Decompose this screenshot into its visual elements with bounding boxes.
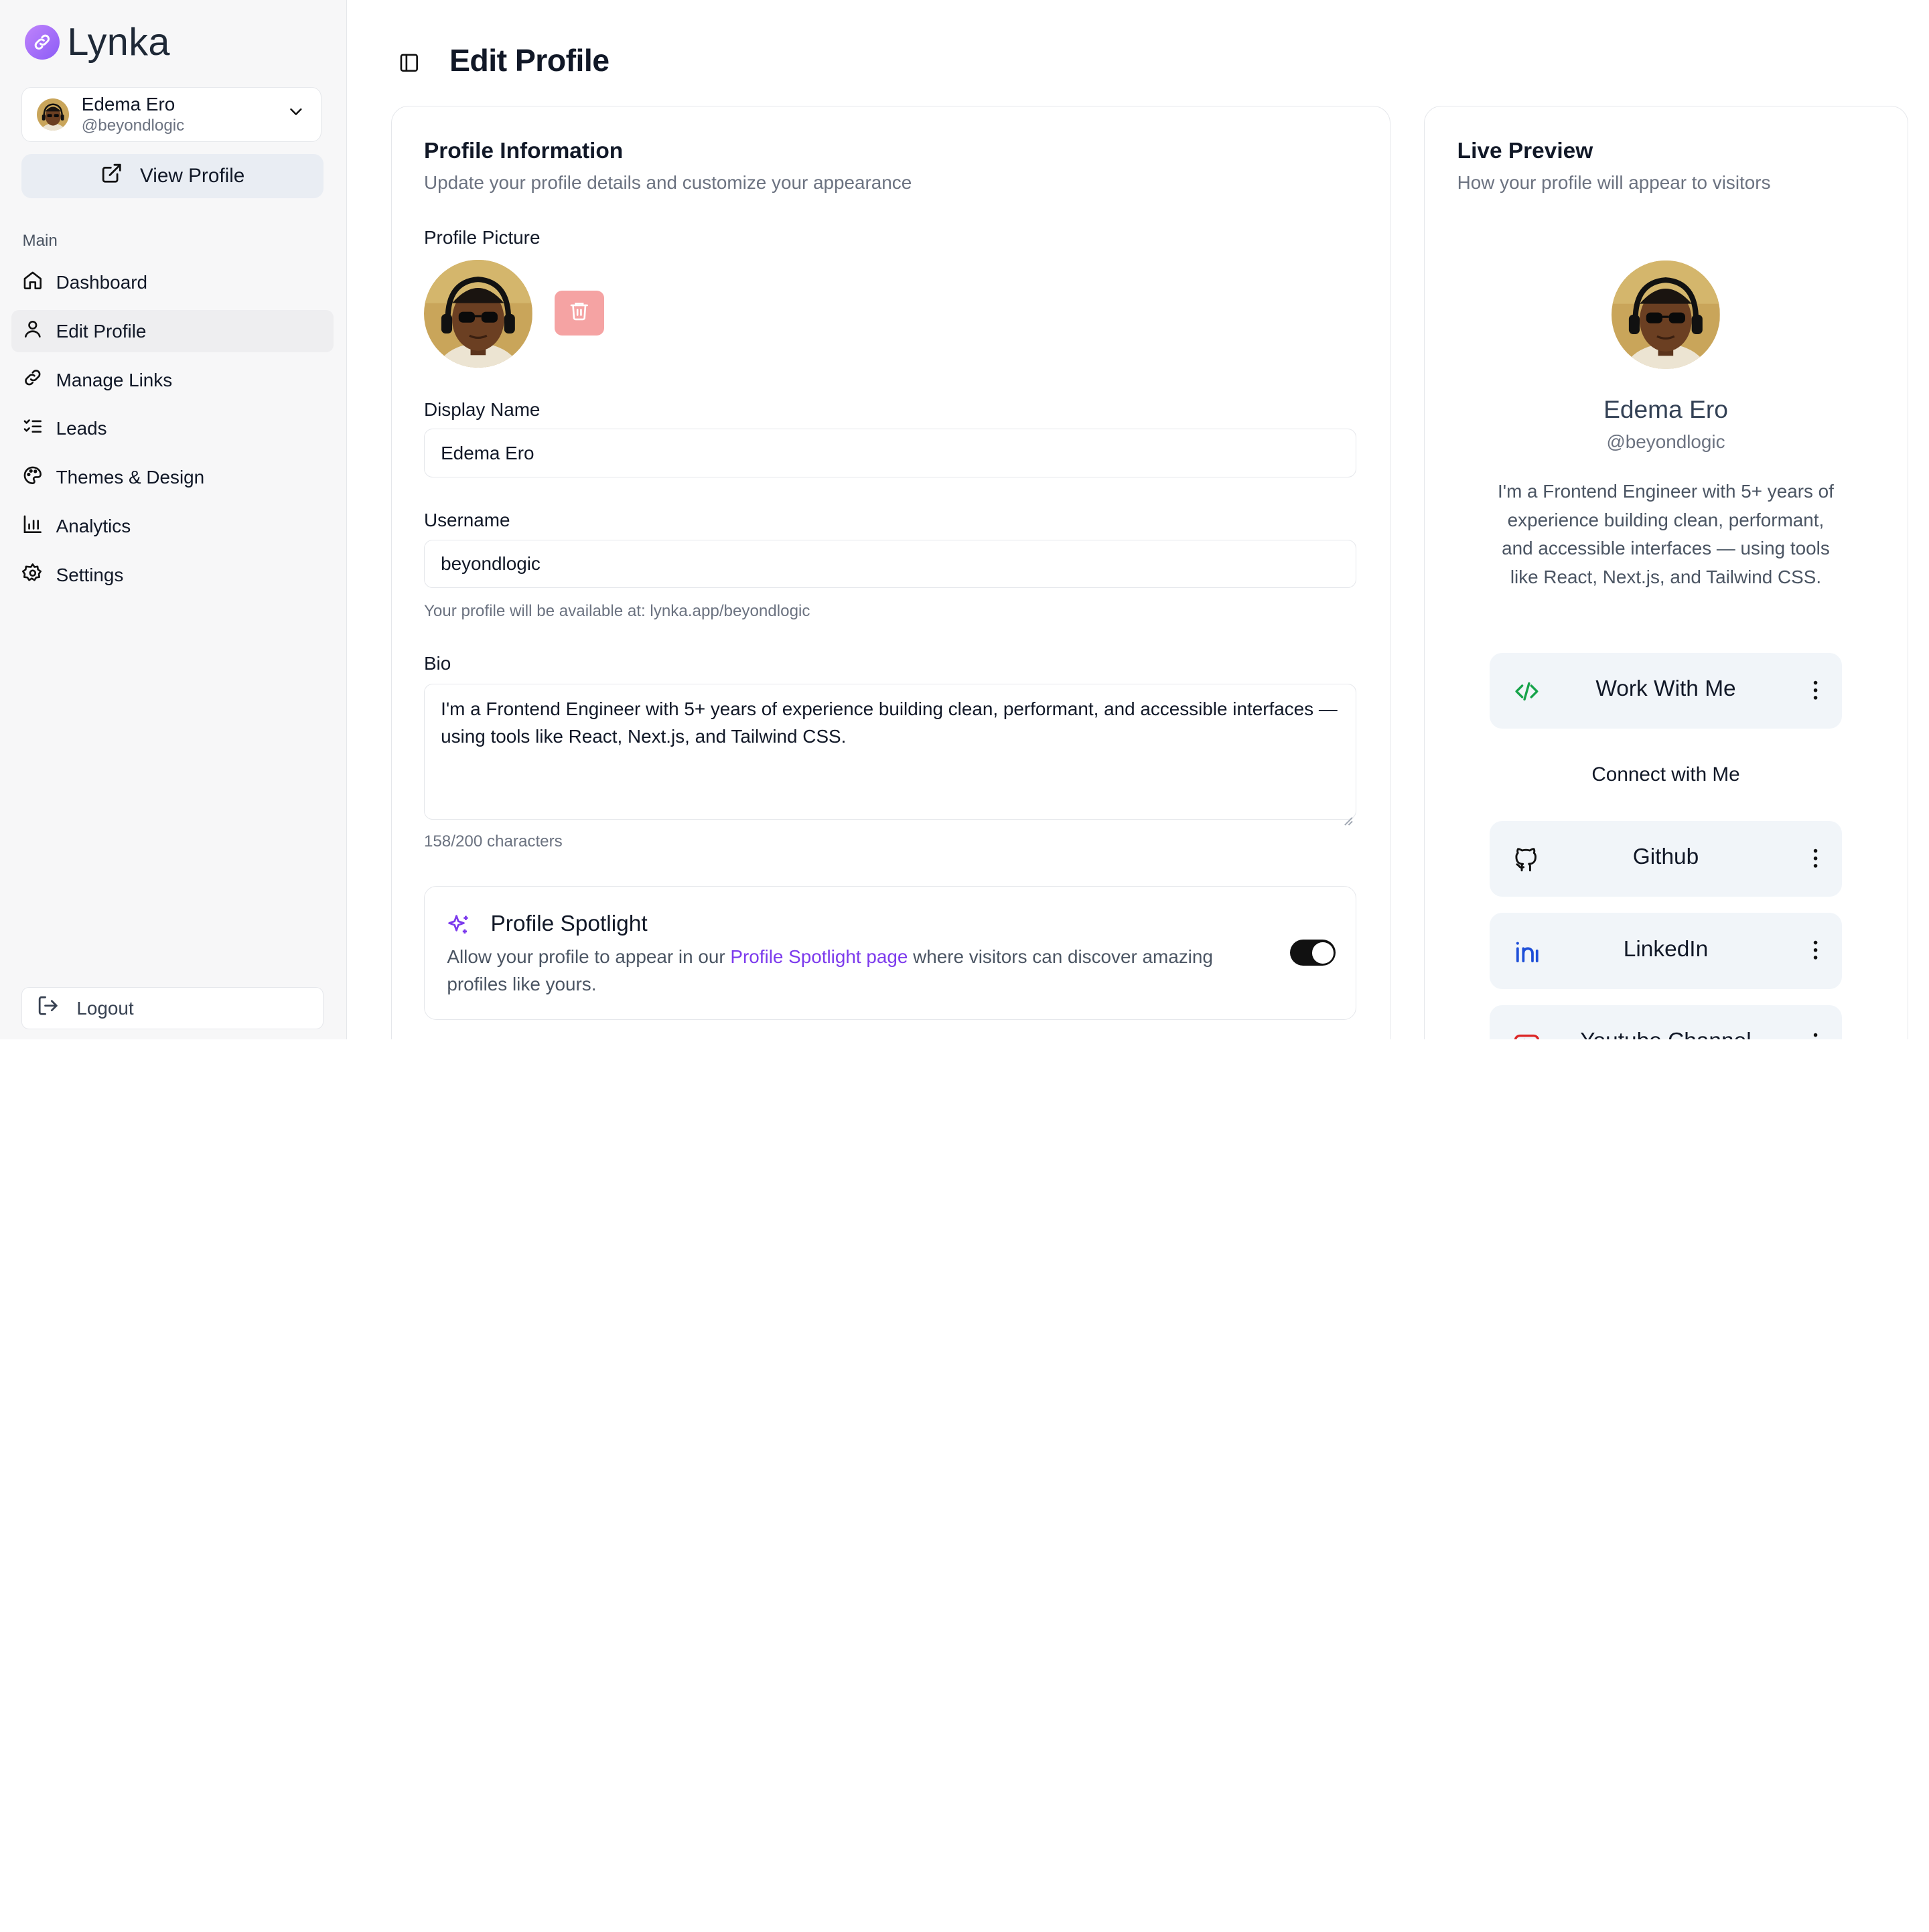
display-name-label: Display Name (423, 398, 541, 420)
bio-textarea[interactable]: I'm a Frontend Engineer with 5+ years of… (423, 684, 1357, 826)
preview-link-linkedin[interactable]: LinkedIn (1489, 913, 1842, 989)
toggle-sidebar-button[interactable] (399, 52, 420, 79)
profile-information-subtitle: Update your profile details and customiz… (423, 172, 912, 194)
brand[interactable]: Lynka (25, 20, 170, 64)
more-vertical-icon[interactable] (1812, 679, 1819, 701)
chevron-down-icon (286, 102, 306, 127)
bio-character-count: 158/200 characters (423, 832, 563, 850)
avatar (36, 98, 70, 131)
sidebar-item-dashboard[interactable]: Dashboard (11, 261, 334, 303)
preview-link-github[interactable]: Github (1489, 820, 1842, 897)
brand-logo-icon (25, 24, 60, 60)
sidebar-item-manage-links[interactable]: Manage Links (11, 359, 334, 401)
sparkles-icon (446, 913, 471, 943)
logout-label: Logout (76, 997, 134, 1019)
username-hint: Your profile will be available at: lynka… (423, 601, 810, 620)
live-preview-card: Live Preview How your profile will appea… (1424, 105, 1909, 1039)
sidebar-item-label: Leads (56, 418, 107, 439)
profile-spotlight-toggle[interactable] (1289, 940, 1336, 966)
preview-featured-link[interactable]: Work With Me (1489, 652, 1842, 729)
app: Lynka Edema Ero @beyondlogic View Profil… (0, 0, 1928, 1039)
username-label: Username (423, 510, 510, 531)
logout-icon (37, 994, 59, 1021)
link-icon (22, 367, 44, 393)
view-profile-label: View Profile (139, 164, 245, 187)
external-link-icon (100, 162, 123, 190)
resize-handle-icon[interactable] (1344, 806, 1354, 826)
preview-link-youtube[interactable]: Youtube Channel (1489, 1005, 1842, 1039)
more-vertical-icon[interactable] (1812, 939, 1819, 961)
logout-button[interactable]: Logout (21, 986, 324, 1030)
page-title: Edit Profile (449, 43, 610, 78)
sidebar-item-analytics[interactable]: Analytics (11, 506, 334, 548)
profile-spotlight-description: Allow your profile to appear in our Prof… (447, 944, 1269, 998)
sidebar: Lynka Edema Ero @beyondlogic View Profil… (0, 0, 347, 1039)
palette-icon (22, 465, 44, 491)
sidebar-item-leads[interactable]: Leads (11, 408, 334, 450)
preview-avatar (1612, 261, 1720, 370)
sidebar-item-edit-profile[interactable]: Edit Profile (11, 310, 334, 353)
account-name: Edema Ero (81, 94, 175, 115)
display-name-input[interactable]: Edema Ero (423, 429, 1357, 477)
username-value: beyondlogic (441, 553, 541, 575)
bio-value: I'm a Frontend Engineer with 5+ years of… (441, 698, 1338, 747)
list-checks-icon (22, 416, 44, 442)
preview-bio: I'm a Frontend Engineer with 5+ years of… (1498, 480, 1834, 588)
preview-name: Edema Ero (1603, 395, 1728, 424)
live-preview-title: Live Preview (1457, 139, 1593, 164)
display-name-value: Edema Ero (441, 442, 534, 463)
bio-label: Bio (423, 652, 451, 674)
sidebar-item-label: Settings (56, 564, 124, 585)
username-input[interactable]: beyondlogic (423, 539, 1357, 589)
sidebar-item-label: Dashboard (56, 271, 147, 293)
delete-picture-button[interactable] (555, 291, 605, 336)
profile-spotlight-page-link[interactable]: Profile Spotlight page (730, 946, 908, 967)
preview-link-label: LinkedIn (1623, 936, 1709, 962)
user-icon (22, 318, 44, 344)
profile-picture[interactable] (423, 259, 532, 368)
profile-picture-label: Profile Picture (423, 227, 541, 248)
nav-section-label: Main (22, 231, 58, 250)
bar-chart-icon (22, 514, 44, 540)
profile-information-title: Profile Information (423, 139, 624, 164)
preview-featured-link-label: Work With Me (1595, 676, 1736, 702)
view-profile-button[interactable]: View Profile (21, 154, 324, 198)
connect-heading: Connect with Me (1591, 763, 1740, 786)
account-text: Edema Ero @beyondlogic (82, 93, 286, 135)
toggle-knob (1312, 942, 1334, 964)
profile-information-card: Profile Information Update your profile … (390, 105, 1391, 1039)
more-vertical-icon[interactable] (1812, 847, 1819, 869)
sidebar-item-label: Themes & Design (56, 467, 205, 488)
sidebar-item-label: Edit Profile (56, 320, 147, 342)
preview-handle: @beyondlogic (1606, 431, 1725, 453)
sidebar-item-themes-design[interactable]: Themes & Design (11, 457, 334, 499)
panel-left-icon (399, 54, 420, 78)
profile-spotlight-panel: Profile Spotlight Allow your profile to … (423, 885, 1357, 1021)
sidebar-item-label: Manage Links (56, 369, 173, 390)
gear-icon (22, 563, 44, 589)
sidebar-nav: Dashboard Edit Profile Manage Links Lead… (11, 261, 334, 603)
live-preview-subtitle: How your profile will appear to visitors (1457, 172, 1771, 194)
account-switcher[interactable]: Edema Ero @beyondlogic (21, 87, 322, 142)
sidebar-item-label: Analytics (56, 516, 131, 537)
sidebar-item-settings[interactable]: Settings (11, 554, 334, 596)
account-handle: @beyondlogic (81, 116, 185, 135)
preview-link-label: Youtube Channel (1490, 1029, 1842, 1039)
spotlight-desc-before: Allow your profile to appear in our (447, 946, 731, 968)
more-vertical-icon[interactable] (1812, 1031, 1819, 1039)
home-icon (22, 270, 44, 296)
trash-icon (569, 300, 590, 327)
profile-spotlight-title: Profile Spotlight (490, 911, 648, 936)
brand-name: Lynka (67, 20, 170, 64)
preview-link-label: Github (1632, 844, 1699, 870)
